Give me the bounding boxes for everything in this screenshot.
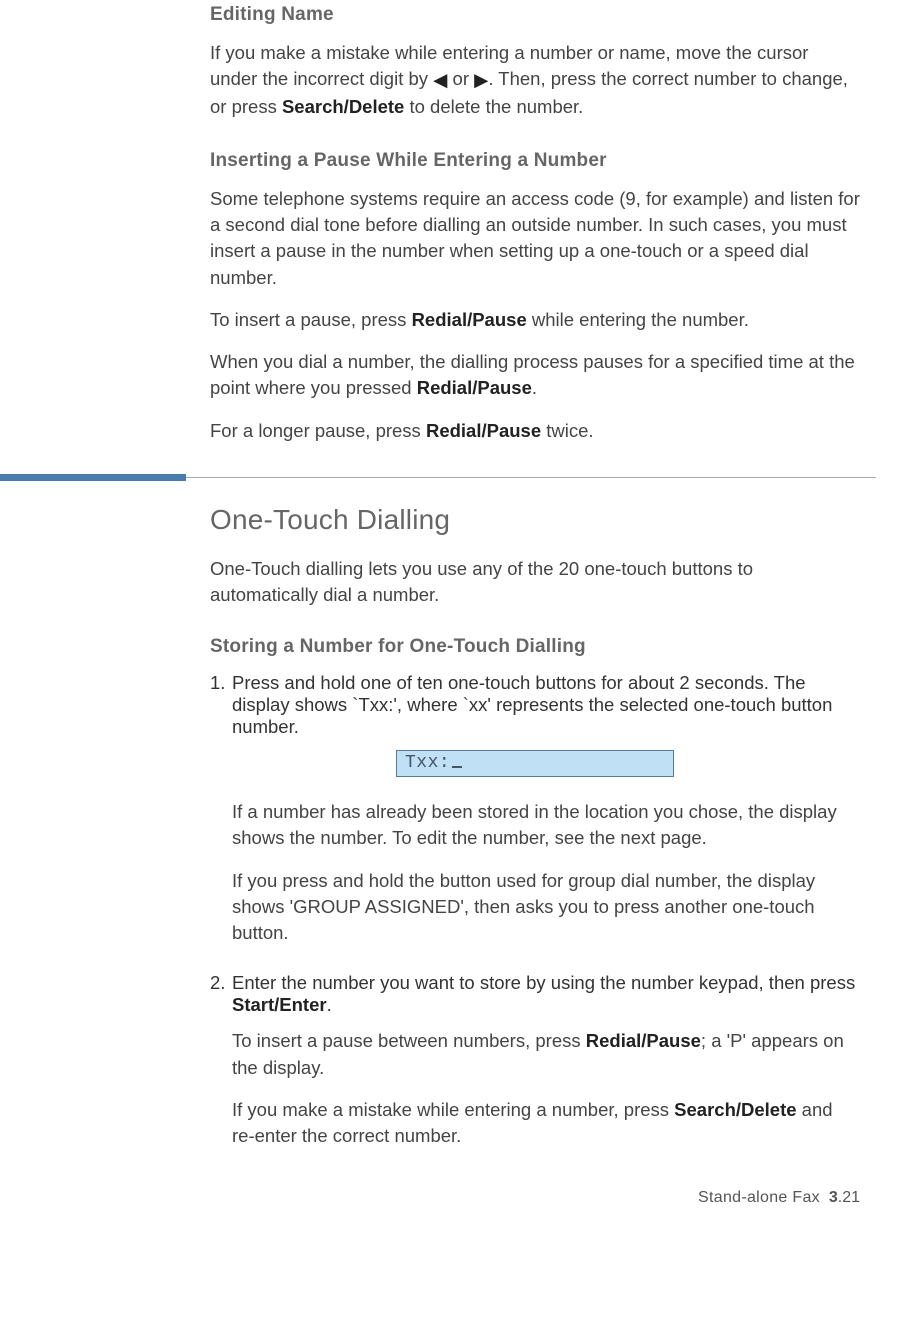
step-1-sub-1: If a number has already been stored in t…	[232, 799, 860, 852]
right-arrow-icon: ▶	[474, 67, 488, 93]
footer-section-label: Stand-alone Fax	[698, 1189, 820, 1206]
para-pause-4: For a longer pause, press Redial/Pause t…	[210, 418, 860, 444]
para-one-touch-intro: One-Touch dialling lets you use any of t…	[210, 556, 860, 609]
para-pause-2: To insert a pause, press Redial/Pause wh…	[210, 307, 860, 333]
para-pause-3: When you dial a number, the dialling pro…	[210, 349, 860, 402]
lcd-display: Txx:	[396, 750, 674, 777]
step-1: 1. Press and hold one of ten one-touch b…	[210, 672, 860, 738]
para-editing-name: If you make a mistake while entering a n…	[210, 40, 860, 120]
step-2: 2. Enter the number you want to store by…	[210, 972, 860, 1016]
step-2-body: Enter the number you want to store by us…	[232, 972, 860, 1016]
step-2-number: 2.	[210, 972, 232, 1016]
heading-storing: Storing a Number for One-Touch Dialling	[210, 636, 860, 658]
step-1-number: 1.	[210, 672, 232, 738]
lcd-display-wrap: Txx:	[210, 750, 860, 777]
heading-pause: Inserting a Pause While Entering a Numbe…	[210, 150, 860, 172]
footer-page-number: 3.21	[829, 1189, 860, 1206]
lcd-cursor-icon	[452, 766, 462, 768]
para-pause-1: Some telephone systems require an access…	[210, 186, 860, 291]
page-content: Editing Name If you make a mistake while…	[0, 4, 900, 1237]
step-2-sub-2: If you make a mistake while entering a n…	[232, 1097, 860, 1150]
left-arrow-icon: ◀	[433, 67, 447, 93]
step-1-sub-2: If you press and hold the button used fo…	[232, 868, 860, 947]
page-footer: Stand-alone Fax 3.21	[210, 1189, 860, 1207]
step-2-sub-1: To insert a pause between numbers, press…	[232, 1028, 860, 1081]
step-1-body: Press and hold one of ten one-touch butt…	[232, 672, 860, 738]
section-divider	[0, 474, 900, 482]
heading-one-touch: One-Touch Dialling	[210, 504, 860, 536]
heading-editing-name: Editing Name	[210, 4, 860, 26]
